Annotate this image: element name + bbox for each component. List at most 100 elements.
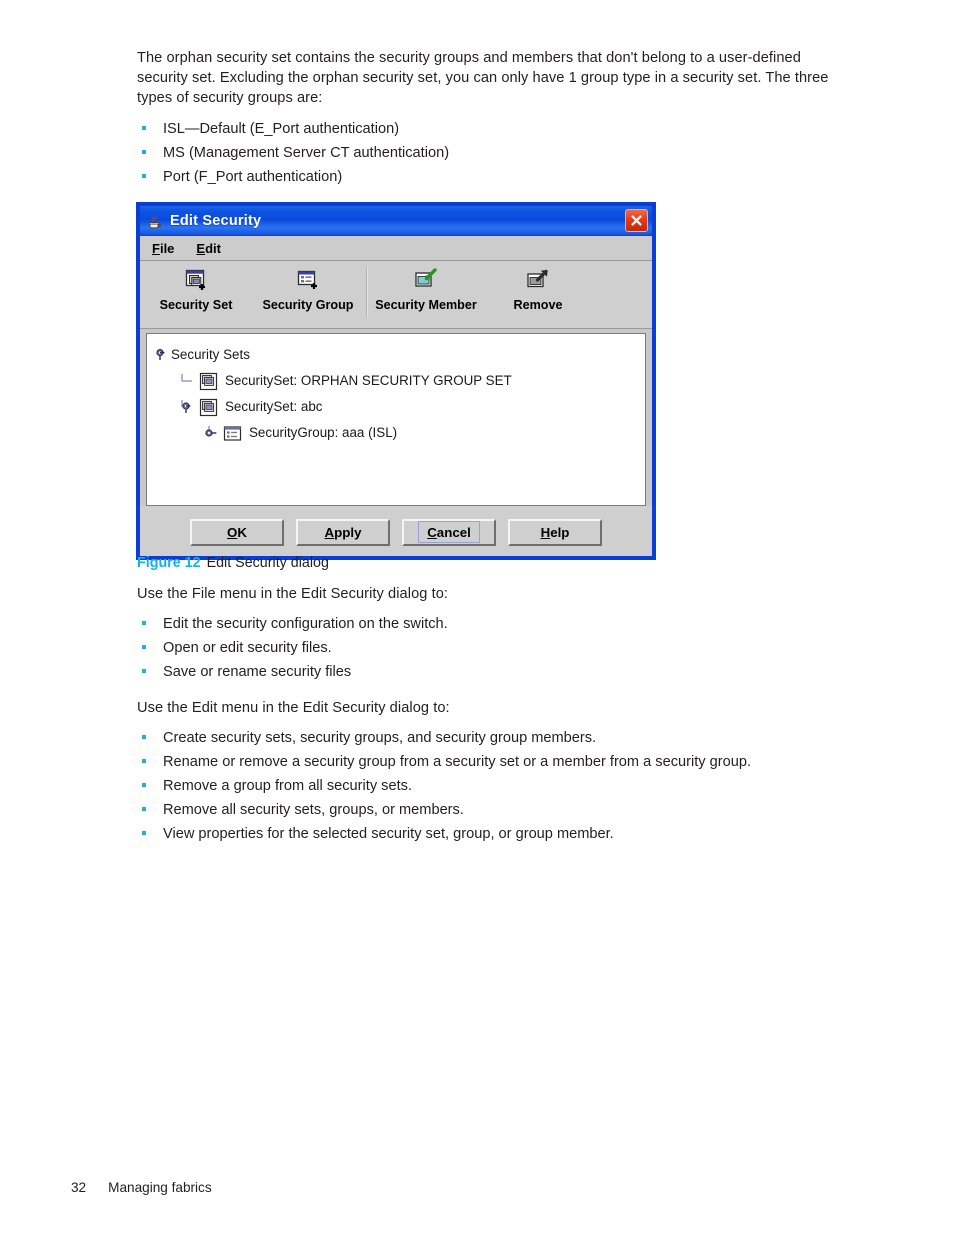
tree-row[interactable]: Security Sets [147,342,645,368]
edit-menu-list: Create security sets, security groups, a… [137,726,849,846]
document-content-top: The orphan security set contains the sec… [137,48,849,197]
edit-security-dialog: Edit Security File Edit Security Set Sec… [137,203,655,559]
close-icon[interactable] [625,209,648,232]
ok-button[interactable]: OK [190,518,284,546]
document-content-bottom: Use the File menu in the Edit Security d… [137,584,849,854]
list-item-label: Remove a group from all security sets. [163,778,412,795]
bullet-icon [142,759,146,764]
menu-edit-mnemonic: E [196,240,206,256]
list-item: Create security sets, security groups, a… [137,726,849,750]
bullet-icon [142,807,146,812]
tree-collapsed-handle-icon[interactable] [203,426,221,440]
bullet-icon [142,645,146,650]
tree-node-label: Security Sets [171,347,250,363]
tree-leaf-handle-icon [179,374,197,388]
list-item: ISL—Default (E_Port authentication) [137,117,849,141]
tree-node-label: SecuritySet: ORPHAN SECURITY GROUP SET [225,373,512,389]
cancel-button-label: ancel [436,524,471,540]
apply-button-mnemonic: A [324,524,335,540]
file-menu-intro: Use the File menu in the Edit Security d… [137,586,449,602]
figure-caption: Figure 12 Edit Security dialog [137,555,329,571]
menu-file-rest: ile [159,240,175,256]
page-footer: 32 Managing fabrics [71,1180,212,1195]
bullet-icon [142,831,146,836]
list-item-label: Open or edit security files. [163,640,332,657]
cancel-button-mnemonic: C [427,524,437,540]
help-button[interactable]: Help [508,518,602,546]
list-item-label: Create security sets, security groups, a… [163,730,597,747]
edit-menu-intro: Use the Edit menu in the Edit Security d… [137,700,450,717]
menu-file-mnemonic: F [152,240,160,256]
list-item-label: Save or rename security files [163,664,352,681]
bullet-icon [142,173,146,178]
dialog-button-bar: OK Apply Cancel Help [140,506,652,556]
toolbar-label-remove: Remove [513,298,563,312]
list-item-label: View properties for the selected securit… [163,826,614,843]
bullet-icon [142,125,146,130]
tree-row[interactable]: SecuritySet: abc [147,394,645,420]
list-item: MS (Management Server CT authentication) [137,141,849,165]
list-item: View properties for the selected securit… [137,822,849,846]
group-types-list: ISL—Default (E_Port authentication) MS (… [137,117,849,189]
list-item: Port (F_Port authentication) [137,165,849,189]
security-group-icon [221,424,243,443]
toolbar-label-security-member: Security Member [375,298,477,312]
help-button-mnemonic: H [540,524,551,540]
bullet-icon [142,735,146,740]
toolbar-button-security-member[interactable]: Security Member [370,267,482,312]
bullet-icon [142,669,146,674]
document-page: The orphan security set contains the sec… [0,0,954,1235]
cancel-button[interactable]: Cancel [402,518,496,546]
list-item-label: Rename or remove a security group from a… [163,754,752,771]
toolbar-button-security-group[interactable]: Security Group [252,267,364,312]
tree-expanded-handle-icon[interactable] [153,348,171,362]
tree-node-label: SecurityGroup: aaa (ISL) [249,425,398,441]
toolbar-button-security-set[interactable]: Security Set [140,267,252,312]
security-group-add-icon [295,267,321,293]
dialog-menubar: File Edit [140,236,652,261]
toolbar-label-security-group: Security Group [262,298,354,312]
list-item-label: Remove all security sets, groups, or mem… [163,802,464,819]
file-menu-list: Edit the security configuration on the s… [137,612,849,684]
help-button-label: elp [550,524,570,540]
dialog-titlebar[interactable]: Edit Security [140,206,652,236]
menu-edit-rest: dit [205,240,221,256]
list-item: Rename or remove a security group from a… [137,750,849,774]
list-item: Edit the security configuration on the s… [137,612,849,636]
toolbar-button-remove[interactable]: Remove [482,267,594,312]
footer-section: Managing fabrics [108,1180,212,1195]
apply-button-label: pply [334,524,362,540]
security-set-icon [197,398,219,417]
figure-caption-text: Edit Security dialog [206,555,329,571]
security-sets-tree[interactable]: Security Sets SecuritySet: ORPHAN SECURI… [146,333,646,506]
ok-button-label: K [237,524,247,540]
menu-edit[interactable]: Edit [194,239,223,258]
page-number: 32 [71,1180,87,1195]
tree-expanded-handle-icon[interactable] [179,400,197,414]
figure-number: Figure 12 [137,555,201,571]
list-item-label: ISL—Default (E_Port authentication) [163,120,400,137]
intro-paragraph: The orphan security set contains the sec… [137,50,829,107]
java-coffee-cup-icon [146,213,163,230]
ok-button-mnemonic: O [227,524,238,540]
list-item: Open or edit security files. [137,636,849,660]
dialog-title: Edit Security [170,213,262,229]
list-item: Remove all security sets, groups, or mem… [137,798,849,822]
list-item-label: Port (F_Port authentication) [163,168,343,185]
bullet-icon [142,149,146,154]
tree-row[interactable]: SecurityGroup: aaa (ISL) [147,420,645,446]
apply-button[interactable]: Apply [296,518,390,546]
list-item: Remove a group from all security sets. [137,774,849,798]
list-item: Save or rename security files [137,660,849,684]
remove-icon [525,267,551,293]
bullet-icon [142,783,146,788]
menu-file[interactable]: File [150,239,176,258]
security-set-add-icon [183,267,209,293]
dialog-toolbar: Security Set Security Group Security Mem… [140,261,652,329]
tree-row[interactable]: SecuritySet: ORPHAN SECURITY GROUP SET [147,368,645,394]
security-set-icon [197,372,219,391]
security-member-add-icon [413,267,439,293]
tree-node-label: SecuritySet: abc [225,399,323,415]
toolbar-separator [366,267,368,317]
bullet-icon [142,621,146,626]
